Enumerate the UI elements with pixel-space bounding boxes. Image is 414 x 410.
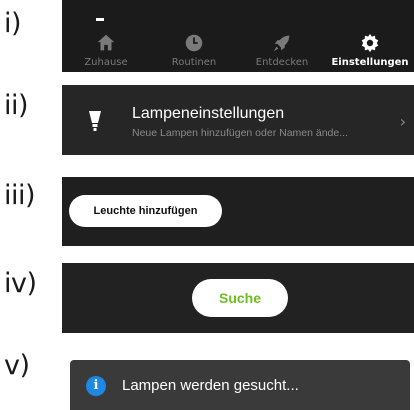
nav-label: Zuhause — [84, 57, 128, 68]
row-subtitle: Neue Lampen hinzufügen oder Namen ände..… — [132, 127, 348, 139]
gear-icon — [361, 33, 379, 53]
nav-label: Einstellungen — [331, 57, 409, 68]
home-icon — [97, 34, 115, 51]
label-ii: ii) — [4, 90, 29, 121]
label-v: v) — [4, 350, 30, 381]
nav-item-entdecken[interactable]: Entdecken — [238, 22, 326, 72]
bottom-nav-bar: Zuhause Routinen Entdecken Einstellungen — [62, 0, 414, 72]
search-panel: Suche — [62, 263, 414, 333]
label-iii: iii) — [4, 180, 36, 211]
add-light-button[interactable]: Leuchte hinzufügen — [69, 195, 222, 227]
info-icon: i — [86, 376, 106, 396]
toast-message: Lampen werden gesucht... — [122, 377, 299, 394]
nav-item-routinen[interactable]: Routinen — [150, 22, 238, 72]
clock-icon — [185, 34, 203, 52]
selection-indicator — [96, 18, 104, 21]
nav-item-zuhause[interactable]: Zuhause — [62, 22, 150, 72]
nav-item-einstellungen[interactable]: Einstellungen — [326, 22, 414, 72]
search-button[interactable]: Suche — [192, 279, 288, 317]
add-light-panel: Leuchte hinzufügen — [62, 177, 414, 246]
lamp-icon — [89, 111, 101, 131]
toast-panel: i Lampen werden gesucht... — [62, 347, 414, 410]
nav-label: Entdecken — [255, 57, 309, 68]
nav-label: Routinen — [171, 57, 217, 68]
label-i: i) — [4, 8, 22, 39]
lamp-settings-row[interactable]: Lampeneinstellungen Neue Lampen hinzufüg… — [62, 85, 414, 155]
searching-toast: i Lampen werden gesucht... — [70, 360, 410, 410]
chevron-right-icon: › — [399, 112, 406, 131]
row-title: Lampeneinstellungen — [132, 105, 285, 122]
label-iv: iv) — [4, 268, 37, 299]
rocket-icon — [273, 35, 290, 52]
